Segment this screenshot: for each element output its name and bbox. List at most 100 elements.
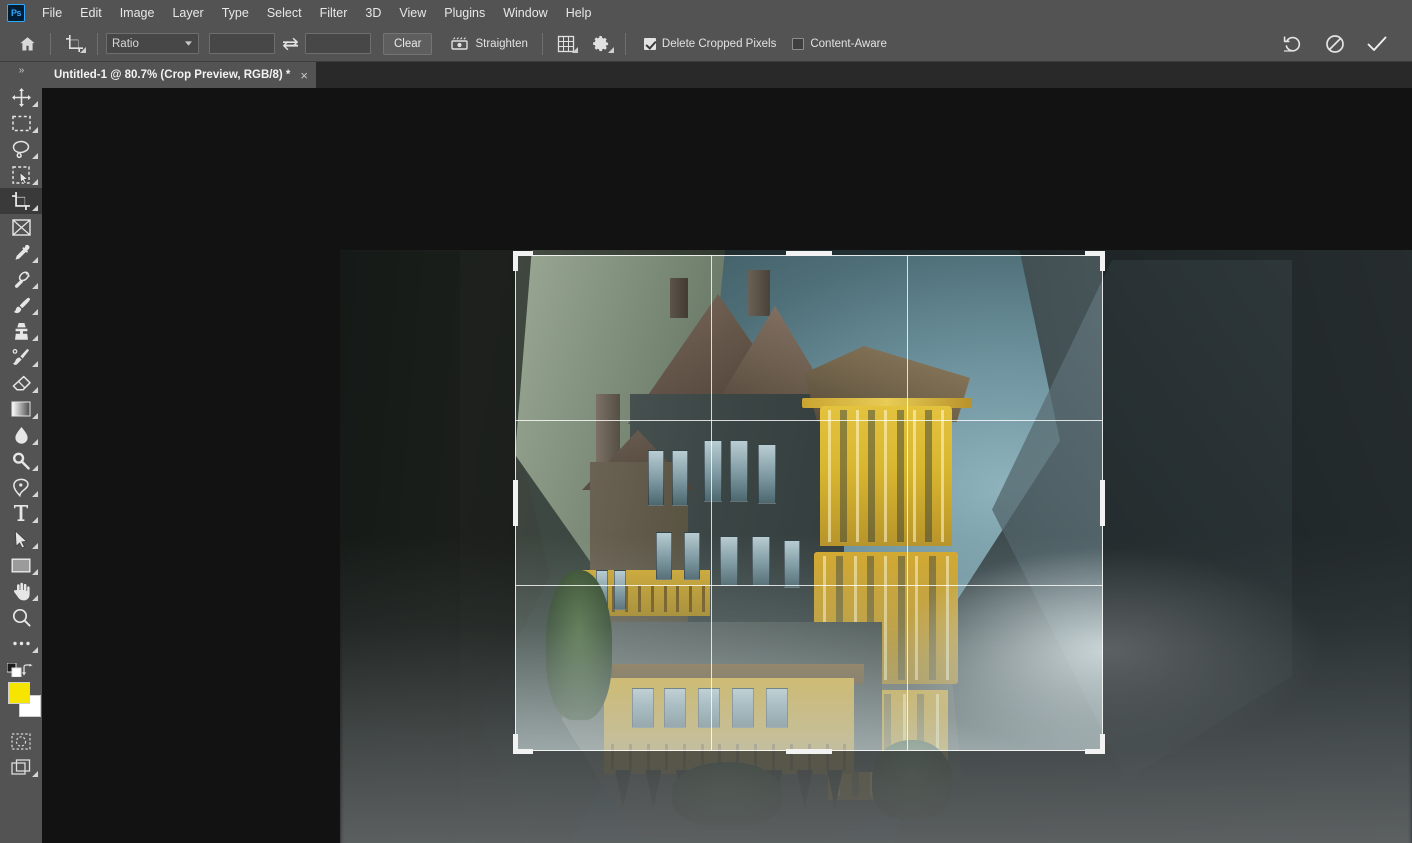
menu-item-image[interactable]: Image: [111, 1, 164, 25]
blur-tool[interactable]: [0, 422, 42, 448]
zoom-tool[interactable]: [0, 604, 42, 630]
foreground-color-swatch[interactable]: [8, 682, 30, 704]
bay-window-upper: [820, 406, 952, 546]
checkbox-box: [792, 37, 805, 50]
straighten-button[interactable]: Straighten: [446, 34, 531, 54]
flyout-triangle-icon: [32, 595, 38, 601]
flyout-triangle-icon: [32, 127, 38, 133]
swap-arrows-icon[interactable]: [279, 33, 301, 55]
clear-button[interactable]: Clear: [383, 32, 433, 55]
object-selection-tool[interactable]: [0, 162, 42, 188]
flyout-triangle-icon: [32, 387, 38, 393]
gradient-tool[interactable]: [0, 396, 42, 422]
flyout-triangle-icon: [571, 46, 578, 53]
history-brush-tool[interactable]: [0, 344, 42, 370]
swap-colors-icon[interactable]: [22, 664, 35, 676]
crop-handle-top-center[interactable]: [786, 251, 832, 256]
pen-tool[interactable]: [0, 474, 42, 500]
artwork-image: [340, 250, 1412, 843]
path-selection-tool[interactable]: [0, 526, 42, 552]
eraser-tool[interactable]: [0, 370, 42, 396]
crop-handle-bottom-left[interactable]: [513, 734, 518, 754]
color-swatches: [0, 680, 42, 726]
document-tab[interactable]: Untitled-1 @ 80.7% (Crop Preview, RGB/8)…: [42, 62, 317, 88]
flyout-triangle-icon: [32, 335, 38, 341]
menu-item-help[interactable]: Help: [557, 1, 601, 25]
chevron-down-icon: [185, 41, 192, 46]
tools-panel: »: [0, 62, 42, 843]
quick-mask-button[interactable]: [0, 728, 42, 754]
flyout-triangle-icon: [32, 439, 38, 445]
flyout-triangle-icon: [32, 647, 38, 653]
crop-handle-middle-left[interactable]: [513, 480, 518, 526]
frame-tool[interactable]: [0, 214, 42, 240]
crop-tool[interactable]: [0, 188, 42, 214]
screen-mode-button[interactable]: [0, 754, 42, 780]
move-tool[interactable]: [0, 84, 42, 110]
menu-item-plugins[interactable]: Plugins: [435, 1, 494, 25]
crop-handle-bottom-right[interactable]: [1100, 734, 1105, 754]
rectangular-marquee-tool[interactable]: [0, 110, 42, 136]
clone-stamp-tool[interactable]: [0, 318, 42, 344]
home-icon[interactable]: [12, 31, 42, 57]
lasso-tool[interactable]: [0, 136, 42, 162]
flyout-triangle-icon: [32, 361, 38, 367]
crop-tool-icon[interactable]: [59, 31, 89, 57]
delete-cropped-pixels-checkbox[interactable]: Delete Cropped Pixels: [643, 37, 777, 50]
type-tool[interactable]: [0, 500, 42, 526]
hand-tool[interactable]: [0, 578, 42, 604]
document-tab-title: Untitled-1 @ 80.7% (Crop Preview, RGB/8)…: [54, 69, 291, 81]
edit-toolbar-button[interactable]: [0, 630, 42, 656]
cancel-circle-icon[interactable]: [1322, 31, 1348, 57]
photoshop-window: Ps File Edit Image Layer Type Select Fil…: [0, 0, 1412, 843]
crop-height-input[interactable]: [305, 33, 371, 54]
document-canvas[interactable]: [42, 88, 1412, 843]
flyout-triangle-icon: [32, 413, 38, 419]
spot-healing-brush-tool[interactable]: [0, 266, 42, 292]
flyout-triangle-icon: [32, 543, 38, 549]
flyout-triangle-icon: [32, 101, 38, 107]
menu-item-view[interactable]: View: [390, 1, 435, 25]
eyedropper-tool[interactable]: [0, 240, 42, 266]
straighten-label: Straighten: [475, 37, 528, 50]
color-controls-mini: [0, 662, 42, 678]
menu-item-layer[interactable]: Layer: [163, 1, 212, 25]
reset-arrow-icon[interactable]: [1280, 31, 1306, 57]
menu-item-edit[interactable]: Edit: [71, 1, 111, 25]
chimney: [670, 278, 688, 318]
brush-tool[interactable]: [0, 292, 42, 318]
crop-width-input[interactable]: [209, 33, 275, 54]
divider: [50, 32, 51, 55]
menu-item-file[interactable]: File: [33, 1, 71, 25]
menu-item-3d[interactable]: 3D: [356, 1, 390, 25]
menu-item-window[interactable]: Window: [494, 1, 556, 25]
dodge-tool[interactable]: [0, 448, 42, 474]
window: [758, 444, 776, 504]
crop-handle-top-left[interactable]: [513, 251, 518, 271]
delete-cropped-pixels-label: Delete Cropped Pixels: [661, 37, 777, 50]
checkmark-icon[interactable]: [1364, 31, 1390, 57]
default-colors-icon[interactable]: [7, 663, 22, 677]
menu-bar: Ps File Edit Image Layer Type Select Fil…: [0, 0, 1412, 26]
grid-overlay-icon[interactable]: [551, 31, 581, 57]
close-icon[interactable]: ×: [300, 68, 308, 83]
window: [730, 440, 748, 502]
content-aware-label: Content-Aware: [810, 37, 887, 50]
gear-icon[interactable]: [587, 31, 617, 57]
content-aware-checkbox[interactable]: Content-Aware: [792, 37, 887, 50]
window: [648, 450, 664, 506]
crop-handle-top-right[interactable]: [1100, 251, 1105, 271]
menu-item-select[interactable]: Select: [258, 1, 311, 25]
flyout-triangle-icon: [32, 153, 38, 159]
crop-handle-middle-right[interactable]: [1100, 480, 1105, 526]
crop-shade-top: [42, 88, 1412, 255]
crop-handle-bottom-center[interactable]: [786, 749, 832, 754]
rectangle-tool[interactable]: [0, 552, 42, 578]
collapse-toolbar-button[interactable]: »: [0, 62, 42, 78]
flyout-triangle-icon: [32, 465, 38, 471]
flyout-triangle-icon: [32, 257, 38, 263]
menu-item-type[interactable]: Type: [213, 1, 258, 25]
crop-ratio-select[interactable]: Ratio: [106, 33, 199, 54]
flyout-triangle-icon: [32, 771, 38, 777]
menu-item-filter[interactable]: Filter: [311, 1, 357, 25]
